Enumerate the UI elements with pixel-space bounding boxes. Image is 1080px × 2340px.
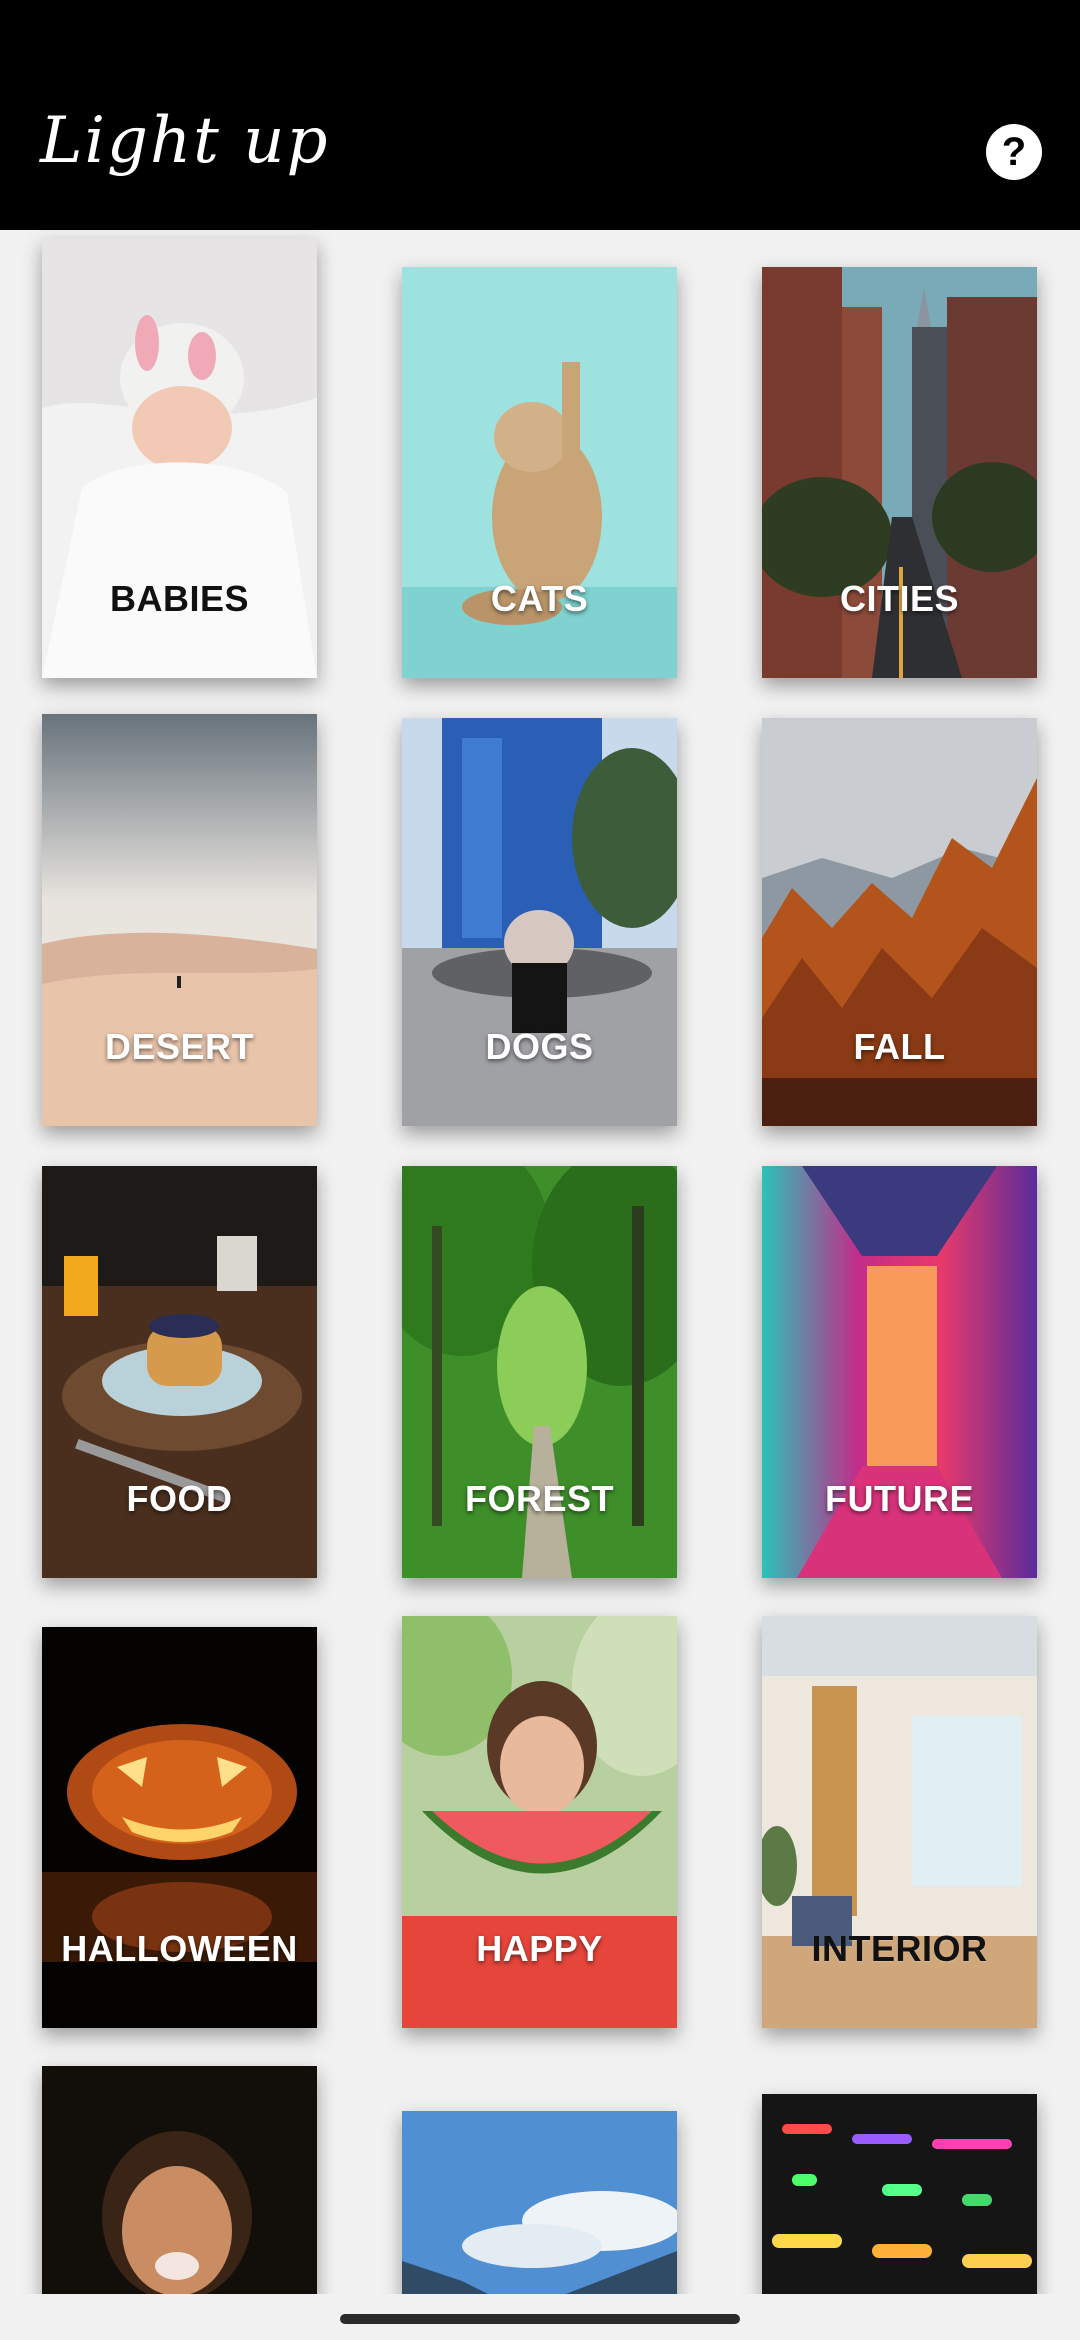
category-label: CITIES [839, 578, 959, 619]
app-screen: Light up ? BABIES CATS CITIES DESERT DOG… [0, 0, 1080, 2340]
category-label: CATS [490, 578, 589, 619]
category-label: INTERIOR [811, 1928, 988, 1969]
category-label: DOGS [485, 1026, 594, 1067]
category-card-cities[interactable]: CITIES [762, 267, 1037, 678]
category-card-food[interactable]: FOOD [42, 1166, 317, 1578]
category-card-cats[interactable]: CATS [402, 267, 677, 678]
help-button[interactable]: ? [986, 124, 1042, 180]
category-label: DESERT [104, 1026, 255, 1067]
category-label: FUTURE [825, 1478, 974, 1519]
category-label: HALLOWEEN [61, 1928, 298, 1969]
category-card-interior[interactable]: INTERIOR [762, 1616, 1037, 2028]
category-card-babies[interactable]: BABIES [42, 238, 317, 678]
category-card-dogs[interactable]: DOGS [402, 718, 677, 1126]
help-icon: ? [1001, 129, 1027, 174]
category-card-forest[interactable]: FOREST [402, 1166, 677, 1578]
top-bar: Light up ? [0, 0, 1080, 230]
category-card-happy[interactable]: HAPPY [402, 1616, 677, 2028]
category-label: FOREST [464, 1478, 614, 1519]
category-card-halloween[interactable]: HALLOWEEN [42, 1627, 317, 2028]
home-indicator[interactable] [340, 2314, 740, 2324]
app-title: Light up [40, 104, 330, 178]
category-card-desert[interactable]: DESERT [42, 714, 317, 1126]
category-label: HAPPY [476, 1928, 603, 1969]
category-label: FOOD [126, 1478, 233, 1519]
category-label: BABIES [109, 578, 250, 619]
category-card-fall[interactable]: FALL [762, 718, 1037, 1126]
category-label: FALL [853, 1026, 946, 1067]
category-card-future[interactable]: FUTURE [762, 1166, 1037, 1578]
